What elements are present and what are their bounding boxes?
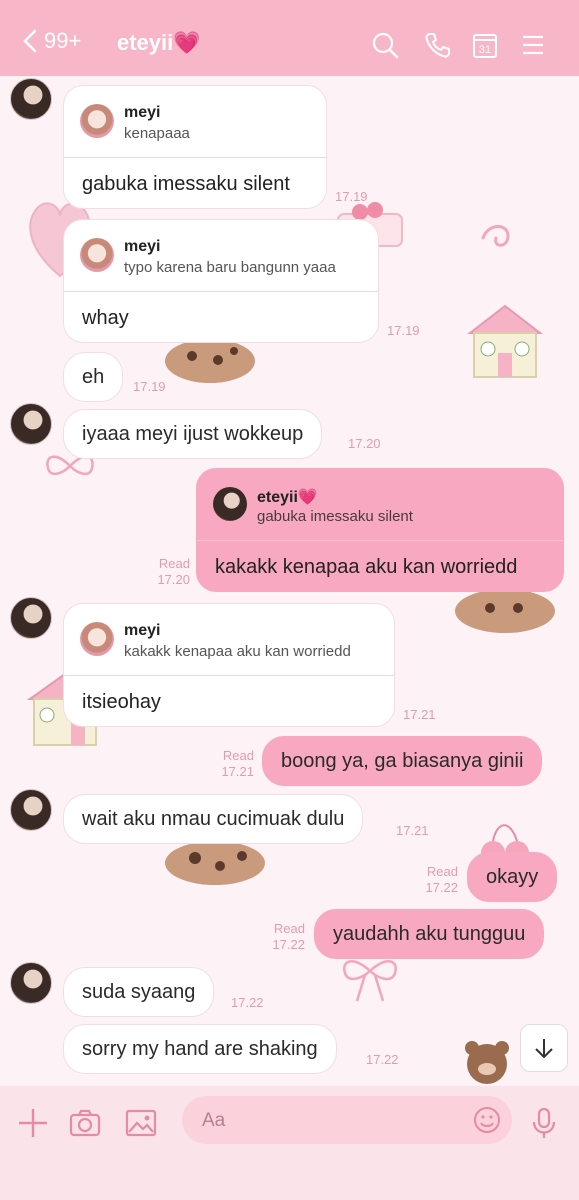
back-button[interactable]: 99+ [22,28,81,54]
message-time: 17.21 [403,707,436,722]
bear-sticker-icon [165,841,265,885]
reply-quote[interactable]: meyi kenapaaa [64,86,326,158]
reply-avatar [80,238,114,272]
my-message-bubble[interactable]: boong ya, ga biasanya ginii [262,736,543,786]
message-bubble[interactable]: wait aku nmau cucimuak dulu [63,794,364,844]
chat-area[interactable]: meyi kenapaaa gabuka imessaku silent 17.… [0,76,579,1086]
image-icon[interactable] [124,1106,158,1140]
message-text: gabuka imessaku silent [82,172,290,195]
reply-sender-name: meyi [124,622,161,639]
reply-quoted-text: kenapaaa [124,125,190,142]
reply-quoted-text: typo karena baru bangunn yaaa [124,259,336,276]
message-bubble[interactable]: suda syaang [63,967,215,1017]
message-time: 17.19 [335,189,368,204]
message-time: 17.19 [387,323,420,338]
emoji-icon[interactable] [472,1105,502,1135]
reply-quoted-text: kakakk kenapaa aku kan worriedd [124,643,351,660]
message-text: sorry my hand are shaking [82,1037,318,1060]
message-time: 17.19 [133,379,166,394]
message-bubble[interactable]: sorry my hand are shaking [63,1024,337,1074]
read-receipt: Read 17.22 [425,864,458,895]
reply-sender-name: meyi [124,104,161,121]
message-text: eh [82,365,105,388]
chat-header: 99+ eteyii💗 31 [0,0,579,76]
message-time: 17.22 [366,1052,399,1067]
calendar-icon[interactable]: 31 [470,30,500,60]
reply-sender-name: eteyii💗 [257,489,318,506]
read-receipt: Read 17.22 [272,921,305,952]
my-reply-message-bubble[interactable]: eteyii💗 gabuka imessaku silent kakakk ke… [196,468,564,592]
contact-avatar[interactable] [10,962,52,1004]
message-text: wait aku nmau cucimuak dulu [82,807,345,830]
reply-quoted-text: gabuka imessaku silent [257,508,413,525]
reply-sender-name: meyi [124,238,161,255]
message-time: 17.20 [348,436,381,451]
message-text: itsieohay [82,690,161,713]
chevron-left-icon [23,29,37,53]
reply-avatar [213,487,247,521]
camera-icon[interactable] [68,1106,102,1140]
bear-sticker-icon [455,589,555,633]
reply-avatar [80,104,114,138]
contact-avatar[interactable] [10,403,52,445]
my-message-bubble[interactable]: yaudahh aku tungguu [314,909,545,959]
message-text: iyaaa meyi ijust wokkeup [82,422,304,445]
svg-text:31: 31 [479,44,491,56]
reply-message-bubble[interactable]: meyi kakakk kenapaa aku kan worriedd its… [63,603,395,727]
reply-quote[interactable]: meyi kakakk kenapaa aku kan worriedd [64,604,394,676]
reply-quote[interactable]: eteyii💗 gabuka imessaku silent [197,469,563,541]
bear-sticker-icon [165,339,255,383]
unread-count: 99+ [44,28,82,53]
read-receipt: Read 17.21 [221,748,254,779]
message-text: kakakk kenapaa aku kan worriedd [215,555,518,578]
reply-message-bubble[interactable]: meyi kenapaaa gabuka imessaku silent [63,85,327,209]
message-text: okayy [486,865,539,888]
message-time: 17.21 [396,823,429,838]
message-bubble[interactable]: iyaaa meyi ijust wokkeup [63,409,323,459]
my-message-bubble[interactable]: okayy [467,852,558,902]
reply-avatar [80,622,114,656]
read-receipt: Read 17.20 [157,556,190,587]
contact-avatar[interactable] [10,78,52,120]
message-text: whay [82,306,129,329]
reply-message-bubble[interactable]: meyi typo karena baru bangunn yaaa whay [63,219,379,343]
plus-icon[interactable] [16,1106,50,1140]
arrow-down-icon [535,1039,553,1059]
phone-icon[interactable] [423,30,453,60]
message-text: boong ya, ga biasanya ginii [281,749,524,772]
menu-icon[interactable] [518,30,548,60]
contact-avatar[interactable] [10,789,52,831]
bear-sticker-icon [465,1041,509,1084]
chat-title: eteyii💗 [117,30,201,55]
mic-icon[interactable] [527,1106,561,1140]
house-sticker-icon [467,304,543,378]
scroll-to-bottom-button[interactable] [520,1024,568,1072]
message-input[interactable]: Aa [182,1096,512,1144]
swirl-icon [481,225,510,247]
message-composer: Aa [0,1086,579,1200]
message-text: yaudahh aku tungguu [333,922,526,945]
bow-sticker-icon [342,960,398,1002]
message-time: 17.22 [231,995,264,1010]
search-icon[interactable] [370,30,400,60]
message-input-placeholder: Aa [202,1110,226,1131]
contact-avatar[interactable] [10,597,52,639]
reply-quote[interactable]: meyi typo karena baru bangunn yaaa [64,220,378,292]
message-bubble[interactable]: eh [63,352,124,402]
message-text: suda syaang [82,980,196,1003]
